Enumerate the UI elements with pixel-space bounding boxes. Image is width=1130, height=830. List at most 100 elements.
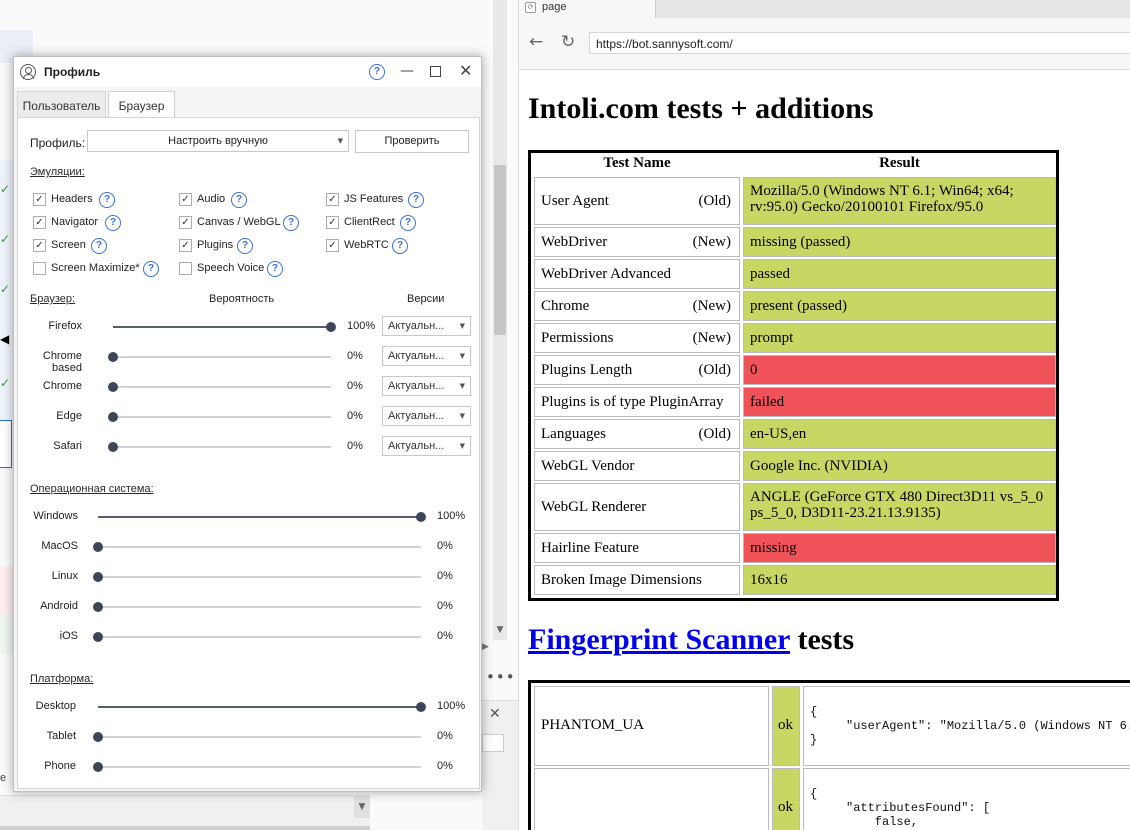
os-percent: 100%: [437, 510, 466, 522]
close-icon[interactable]: ✕: [489, 706, 501, 722]
version-select-value: Актуальн...: [388, 320, 445, 332]
play-icon[interactable]: ▶: [482, 642, 489, 652]
maximize-icon[interactable]: [430, 66, 441, 77]
slider-knob[interactable]: [93, 762, 103, 772]
version-select[interactable]: Актуальн... ▼: [382, 406, 471, 426]
title-bar[interactable]: Профиль ? — ✕: [14, 57, 481, 87]
browsers-label: Edge: [56, 410, 82, 422]
scroll-down-icon[interactable]: ▼: [354, 796, 370, 818]
help-icon[interactable]: ?: [143, 261, 159, 277]
slider-knob[interactable]: [93, 732, 103, 742]
more-icon[interactable]: •••: [486, 668, 516, 686]
help-icon[interactable]: ?: [392, 238, 408, 254]
fp-name-cell: PHANTOM_UA: [534, 686, 769, 766]
version-select[interactable]: Актуальн... ▼: [382, 436, 471, 456]
help-icon[interactable]: ?: [99, 192, 115, 208]
slider-knob[interactable]: [416, 702, 426, 712]
browsers-slider[interactable]: [108, 382, 331, 392]
checkbox-screen-maximize-[interactable]: [33, 262, 46, 275]
help-icon[interactable]: ?: [91, 238, 107, 254]
slider-knob[interactable]: [108, 412, 118, 422]
background-scrollbar-thumb[interactable]: [494, 165, 506, 335]
checkbox-headers[interactable]: ✓: [33, 193, 46, 206]
minimize-icon[interactable]: —: [400, 63, 414, 79]
browsers-slider[interactable]: [108, 412, 331, 422]
checkbox-audio[interactable]: ✓: [179, 193, 192, 206]
version-select[interactable]: Актуальн... ▼: [382, 316, 471, 336]
scroll-down-icon[interactable]: ▼: [494, 625, 506, 639]
help-icon[interactable]: ?: [105, 215, 121, 231]
test-name: Plugins Length: [541, 362, 633, 378]
checkbox-canvas-webgl[interactable]: ✓: [179, 216, 192, 229]
slider-knob[interactable]: [93, 602, 103, 612]
reload-icon[interactable]: ↻: [561, 32, 575, 52]
help-icon[interactable]: ?: [231, 192, 247, 208]
platform-title: Платформа:: [30, 673, 94, 685]
slider-knob[interactable]: [93, 542, 103, 552]
browsers-slider[interactable]: [108, 352, 331, 362]
profile-dialog: Профиль ? — ✕ Пользователь Браузер Профи…: [13, 56, 482, 792]
slider-knob[interactable]: [108, 352, 118, 362]
platforms-slider[interactable]: [93, 732, 421, 742]
profile-select[interactable]: Настроить вручную ▼: [87, 130, 349, 152]
slider-knob[interactable]: [108, 382, 118, 392]
os-slider[interactable]: [98, 512, 426, 522]
test-tag: (Old): [698, 362, 732, 378]
background-scrollbar-horizontal[interactable]: [0, 826, 370, 830]
help-icon[interactable]: ?: [283, 215, 299, 231]
background-cursor-icon: ◀: [0, 332, 10, 346]
os-slider[interactable]: [93, 542, 421, 552]
version-select[interactable]: Актуальн... ▼: [382, 376, 471, 396]
test-name: WebGL Renderer: [541, 499, 647, 515]
help-icon[interactable]: ?: [369, 64, 385, 80]
checkbox-webrtc[interactable]: ✓: [326, 239, 339, 252]
slider-knob[interactable]: [416, 512, 426, 522]
os-slider[interactable]: [93, 572, 421, 582]
background-row: [0, 614, 14, 654]
tab-browser[interactable]: Браузер: [108, 91, 175, 118]
close-icon[interactable]: ✕: [459, 61, 472, 80]
back-icon[interactable]: ←: [529, 32, 543, 52]
background-input[interactable]: [482, 734, 504, 752]
version-select-value: Актуальн...: [388, 410, 445, 422]
browsers-slider[interactable]: [113, 322, 336, 332]
tab-user[interactable]: Пользователь: [17, 91, 106, 118]
fingerprint-scanner-link[interactable]: Fingerprint Scanner: [528, 623, 790, 656]
checkbox-plugins[interactable]: ✓: [179, 239, 192, 252]
chevron-down-icon: ▼: [459, 382, 465, 390]
slider-knob[interactable]: [93, 572, 103, 582]
os-percent: 0%: [437, 570, 453, 582]
version-select[interactable]: Актуальн... ▼: [382, 346, 471, 366]
checkbox-screen[interactable]: ✓: [33, 239, 46, 252]
checkbox-speech-voice[interactable]: [179, 262, 192, 275]
browsers-percent: 0%: [347, 440, 363, 452]
browsers-label: Firefox: [48, 320, 82, 332]
platforms-slider[interactable]: [93, 762, 421, 772]
browser-tab[interactable]: ⟳ page: [519, 0, 656, 18]
help-icon[interactable]: ?: [267, 261, 283, 277]
check-button[interactable]: Проверить: [355, 130, 469, 153]
test-name-cell: WebGL Renderer: [534, 483, 740, 531]
slider-fill: [98, 516, 421, 518]
slider-knob[interactable]: [326, 322, 336, 332]
fp-code-cell: { "attributesFound": [ false,: [803, 768, 1130, 830]
slider-knob[interactable]: [108, 442, 118, 452]
os-slider[interactable]: [93, 632, 421, 642]
platforms-slider[interactable]: [98, 702, 426, 712]
checkbox-navigator[interactable]: ✓: [33, 216, 46, 229]
checkbox-js-features[interactable]: ✓: [326, 193, 339, 206]
help-icon[interactable]: ?: [400, 215, 416, 231]
checkbox-clientrect[interactable]: ✓: [326, 216, 339, 229]
version-select-value: Актуальн...: [388, 440, 445, 452]
os-slider[interactable]: [93, 602, 421, 612]
version-select-value: Актуальн...: [388, 350, 445, 362]
test-name: Permissions: [541, 330, 614, 346]
browsers-slider[interactable]: [108, 442, 331, 452]
slider-knob[interactable]: [93, 632, 103, 642]
test-tag: (Old): [698, 193, 732, 209]
help-icon[interactable]: ?: [237, 238, 253, 254]
browser-title: Браузер:: [30, 293, 76, 305]
help-icon[interactable]: ?: [408, 192, 424, 208]
address-bar[interactable]: https://bot.sannysoft.com/: [589, 32, 1130, 54]
test-result-cell: present (passed): [743, 291, 1056, 321]
